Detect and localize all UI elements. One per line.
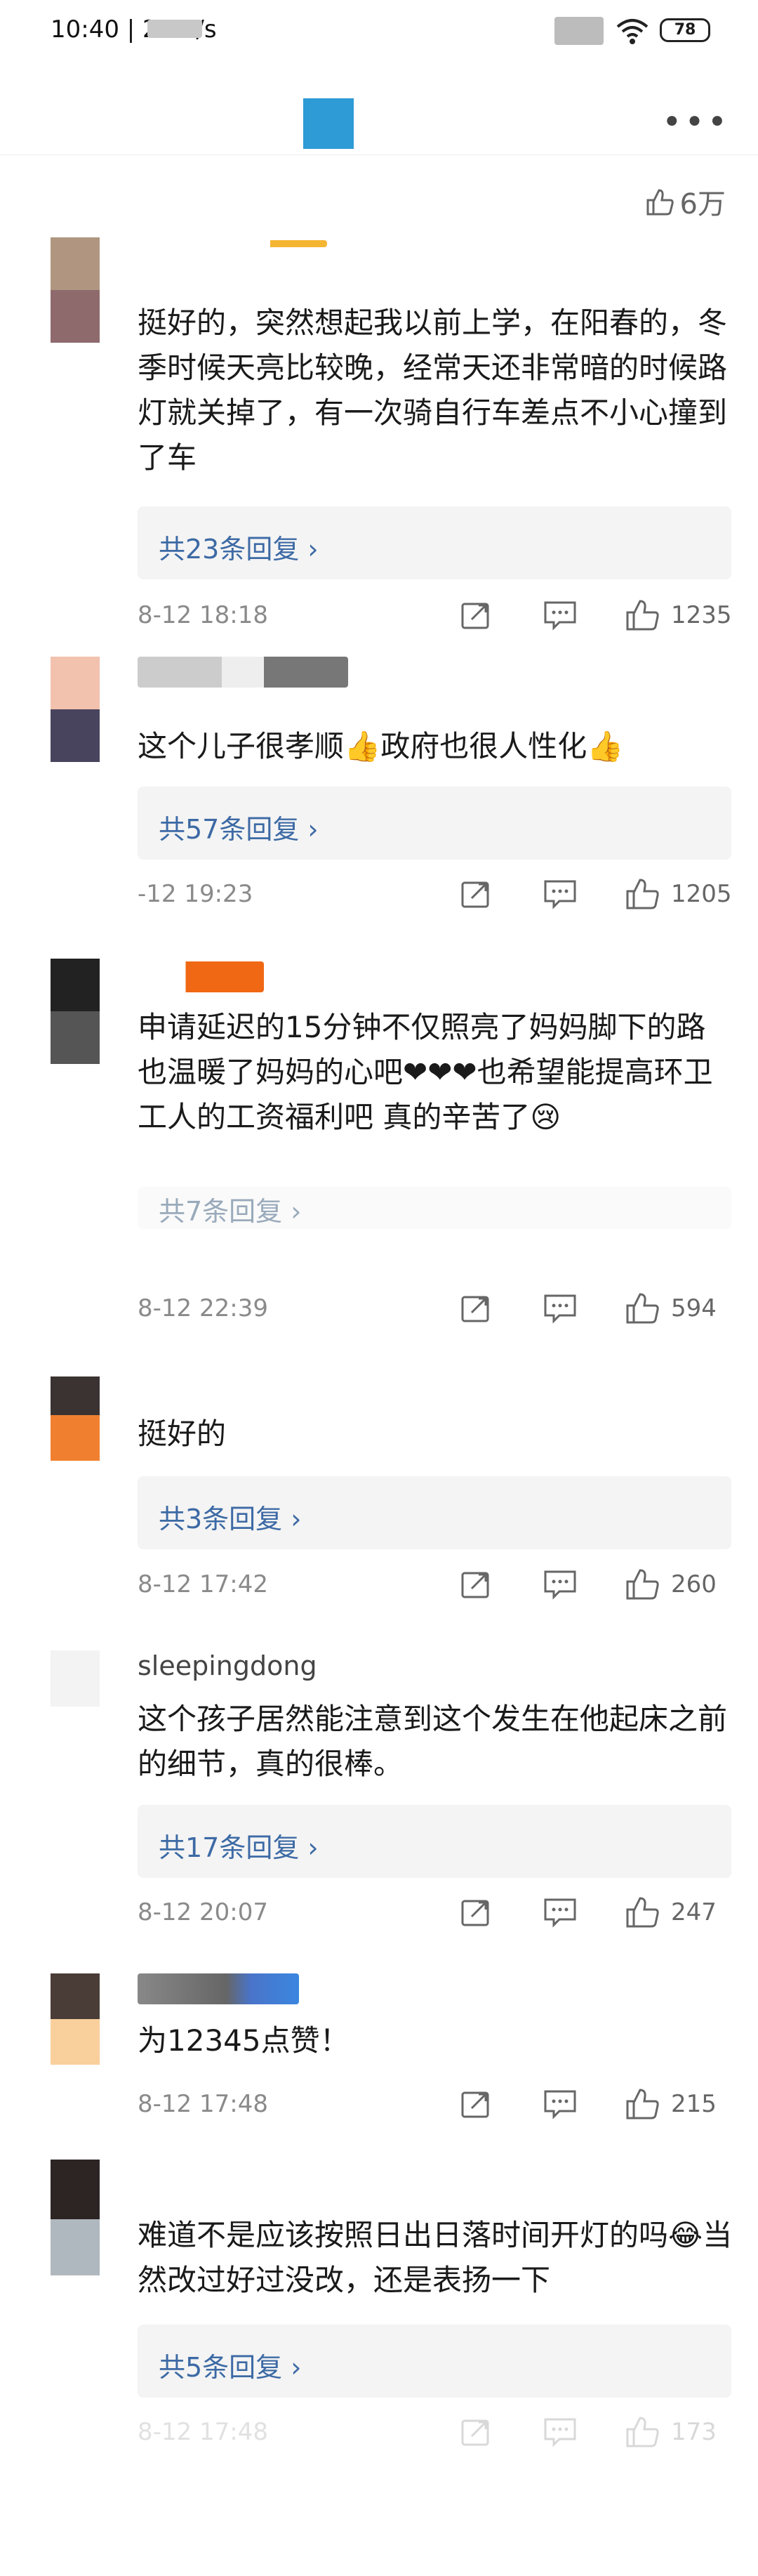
replies-label: 共3条回复 › xyxy=(159,1504,302,1535)
replies-label: 共57条回复 › xyxy=(159,814,319,845)
avatar[interactable] xyxy=(51,2160,100,2275)
comment-icon[interactable] xyxy=(543,600,577,631)
comment-text: 难道不是应该按照日出日落时间开灯的吗😂当然改过好过没改，还是表扬一下 xyxy=(138,2218,733,2297)
comment-meta: 8-12 17:48 215 xyxy=(138,2084,731,2127)
status-blur xyxy=(147,20,202,38)
like-icon xyxy=(646,189,674,216)
comment-text: 申请延迟的15分钟不仅照亮了妈妈脚下的路 也温暖了妈妈的心吧❤❤❤也希望能提高环… xyxy=(138,1010,713,1134)
comment-text: 这个儿子很孝顺👍政府也很人性化👍 xyxy=(138,729,624,763)
share-icon[interactable] xyxy=(460,1569,491,1600)
share-icon[interactable] xyxy=(460,1293,491,1324)
replies-button[interactable]: 共5条回复 › xyxy=(138,2325,731,2398)
wifi-icon xyxy=(616,19,649,44)
comment-date: 8-12 22:39 xyxy=(138,1294,268,1322)
comment-item: 挺好的，突然想起我以前上学，在阳春的，冬季时候天亮比较晚，经常天还非常暗的时候路… xyxy=(0,237,758,652)
replies-button[interactable]: 共17条回复 › xyxy=(138,1805,731,1878)
like-icon[interactable] xyxy=(625,1566,661,1601)
replies-button[interactable]: 共3条回复 › xyxy=(138,1476,731,1549)
comment-meta: 8-12 18:18 1235 xyxy=(138,596,732,638)
comment-icon[interactable] xyxy=(543,2089,577,2120)
like-icon[interactable] xyxy=(625,2086,661,2121)
comment-item: 挺好的 共3条回复 › 8-12 17:42 260 xyxy=(0,1376,758,1615)
replies-label: 共23条回复 › xyxy=(159,534,319,565)
comment-icon[interactable] xyxy=(543,1897,577,1928)
like-total[interactable]: 6万 xyxy=(644,181,726,222)
replies-label: 共7条回复 › xyxy=(159,1196,302,1227)
avatar[interactable] xyxy=(51,237,100,343)
replies-label: 共5条回复 › xyxy=(159,2352,302,2383)
comment-icon[interactable] xyxy=(543,2417,577,2447)
comment-text: 为12345点赞！ xyxy=(138,2023,350,2058)
username-blur xyxy=(138,657,348,688)
share-icon[interactable] xyxy=(460,600,491,631)
top-bar: ••• xyxy=(0,63,758,155)
comment-date: -12 19:23 xyxy=(138,880,253,908)
comment-text: 这个孩子居然能注意到这个发生在他起床之前的细节，真的很棒。 xyxy=(138,1702,728,1781)
signal-blur xyxy=(554,17,604,45)
comment-icon[interactable] xyxy=(543,1569,577,1600)
replies-button[interactable]: 共57条回复 › xyxy=(138,787,731,860)
like-count: 260 xyxy=(671,1570,717,1598)
avatar[interactable] xyxy=(51,1376,100,1461)
more-icon[interactable]: ••• xyxy=(662,103,730,142)
username-blur xyxy=(138,240,327,247)
share-icon[interactable] xyxy=(460,1897,491,1928)
like-count: 594 xyxy=(671,1294,717,1322)
like-icon[interactable] xyxy=(625,1894,661,1929)
comment-date: 8-12 20:07 xyxy=(138,1898,268,1926)
comment-meta: 8-12 17:48 173 xyxy=(138,2412,731,2455)
comment-item: 申请延迟的15分钟不仅照亮了妈妈脚下的路 也温暖了妈妈的心吧❤❤❤也希望能提高环… xyxy=(0,959,758,1338)
username[interactable]: sleepingdong xyxy=(138,1650,317,1681)
comment-meta: 8-12 22:39 594 xyxy=(138,1289,731,1331)
like-count: 247 xyxy=(671,1898,717,1926)
like-icon[interactable] xyxy=(625,1290,661,1325)
like-icon[interactable] xyxy=(625,597,661,632)
comment-item: 难道不是应该按照日出日落时间开灯的吗😂当然改过好过没改，还是表扬一下 共5条回复… xyxy=(0,2160,758,2511)
status-bar: 10:40 | 2.7K/s 78 xyxy=(0,0,758,63)
comment-item: 这个儿子很孝顺👍政府也很人性化👍 共57条回复 › -12 19:23 1205 xyxy=(0,657,758,924)
comment-item: 为12345点赞！ 8-12 17:48 215 xyxy=(0,1973,758,2149)
share-icon[interactable] xyxy=(460,2417,491,2447)
username-blur xyxy=(138,961,264,992)
avatar[interactable] xyxy=(51,959,100,1064)
avatar[interactable] xyxy=(51,657,100,762)
comment-text: 挺好的，突然想起我以前上学，在阳春的，冬季时候天亮比较晚，经常天还非常暗的时候路… xyxy=(138,305,728,475)
replies-button[interactable]: 共23条回复 › xyxy=(138,506,731,579)
share-icon[interactable] xyxy=(460,2089,491,2120)
like-icon[interactable] xyxy=(625,876,661,911)
comment-date: 8-12 17:48 xyxy=(138,2418,268,2446)
comment-meta: 8-12 17:42 260 xyxy=(138,1565,731,1607)
username-blur xyxy=(138,1973,299,2004)
replies-button[interactable]: 共7条回复 › xyxy=(138,1187,731,1229)
like-icon[interactable] xyxy=(625,2414,661,2449)
like-count: 215 xyxy=(671,2090,717,2118)
comment-item: sleepingdong 这个孩子居然能注意到这个发生在他起床之前的细节，真的很… xyxy=(0,1650,758,1945)
like-count: 173 xyxy=(671,2418,717,2446)
like-count: 1205 xyxy=(671,880,732,908)
battery-icon: 78 xyxy=(660,18,710,42)
share-icon[interactable] xyxy=(460,879,491,909)
like-total-count: 6万 xyxy=(679,188,726,221)
comment-icon[interactable] xyxy=(543,1293,577,1324)
replies-label: 共17条回复 › xyxy=(159,1832,319,1863)
comment-date: 8-12 17:48 xyxy=(138,2090,268,2118)
comment-meta: 8-12 20:07 247 xyxy=(138,1893,731,1935)
comment-date: 8-12 18:18 xyxy=(138,601,268,629)
comment-date: 8-12 17:42 xyxy=(138,1570,268,1598)
avatar[interactable] xyxy=(51,1973,100,2065)
like-count: 1235 xyxy=(671,601,732,629)
comment-meta: -12 19:23 1205 xyxy=(138,874,732,916)
logo xyxy=(303,98,354,149)
avatar[interactable] xyxy=(51,1650,100,1707)
comment-icon[interactable] xyxy=(543,879,577,909)
comment-text: 挺好的 xyxy=(138,1417,227,1451)
